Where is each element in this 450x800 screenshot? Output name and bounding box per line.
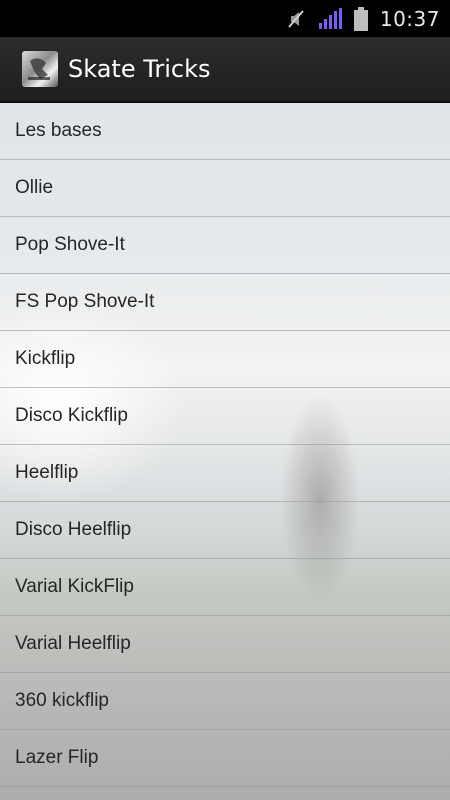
list-item-label: Pop Shove-It [15, 234, 125, 255]
list-item-label: 360 kickflip [15, 690, 109, 711]
signal-icon [318, 7, 342, 30]
list-item-label: Disco Heelflip [15, 519, 132, 540]
status-bar: 10:37 [0, 0, 450, 37]
list-item-label: Varial KickFlip [15, 576, 134, 597]
list-item[interactable]: Varial Heelflip [0, 616, 450, 673]
list-item-label: Les bases [15, 120, 102, 141]
list-item[interactable]: Heelflip [0, 445, 450, 502]
list-item[interactable]: Lazer Flip [0, 730, 450, 787]
tricks-list: Les bases Ollie Pop Shove-It FS Pop Shov… [0, 103, 450, 787]
app-title: Skate Tricks [68, 55, 211, 83]
list-item[interactable]: Kickflip [0, 331, 450, 388]
list-item[interactable]: Les bases [0, 103, 450, 160]
list-item-label: Varial Heelflip [15, 633, 131, 654]
list-item-label: Kickflip [15, 348, 76, 369]
action-bar: Skate Tricks [0, 37, 450, 103]
content-area: Les bases Ollie Pop Shove-It FS Pop Shov… [0, 103, 450, 800]
list-item[interactable]: 360 kickflip [0, 673, 450, 730]
list-item-label: Lazer Flip [15, 747, 99, 768]
app-logo-icon[interactable] [22, 51, 58, 87]
mute-icon [286, 8, 306, 30]
list-item-label: Ollie [15, 177, 54, 198]
status-time: 10:37 [379, 6, 440, 31]
list-item[interactable]: Pop Shove-It [0, 217, 450, 274]
list-item[interactable]: Disco Kickflip [0, 388, 450, 445]
list-item[interactable]: Disco Heelflip [0, 502, 450, 559]
list-item-label: Heelflip [15, 462, 79, 483]
list-item[interactable]: Ollie [0, 160, 450, 217]
list-item-label: FS Pop Shove-It [15, 291, 155, 312]
list-item[interactable]: Varial KickFlip [0, 559, 450, 616]
list-item[interactable]: FS Pop Shove-It [0, 274, 450, 331]
list-item-label: Disco Kickflip [15, 405, 128, 426]
battery-icon [353, 6, 368, 31]
